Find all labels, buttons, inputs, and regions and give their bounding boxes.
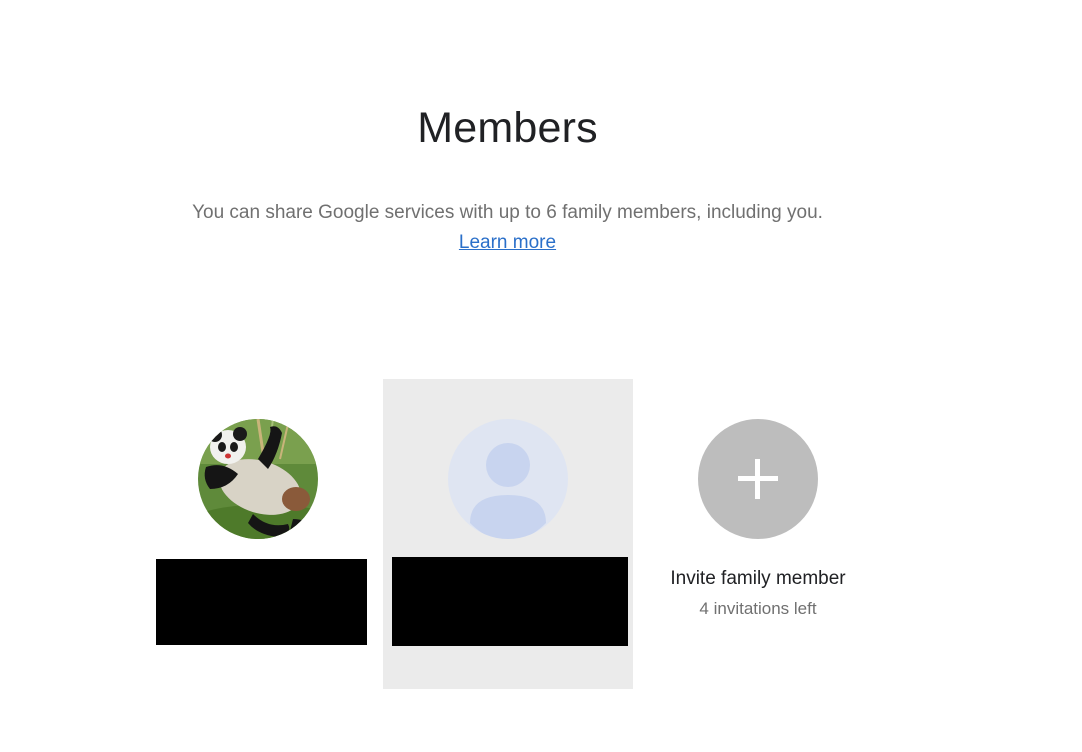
invite-family-member-card[interactable]: Invite family member 4 invitations left: [645, 379, 871, 689]
family-members-page: Members You can share Google services wi…: [0, 0, 1082, 752]
invite-circle-button[interactable]: [698, 419, 818, 539]
learn-more-link[interactable]: Learn more: [459, 232, 556, 253]
member-card-selected[interactable]: [383, 379, 633, 689]
invitations-left-text: 4 invitations left: [699, 599, 817, 618]
redacted-member-name: [156, 559, 367, 645]
plus-icon-vertical: [755, 459, 760, 499]
panda-photo-avatar: [198, 419, 318, 539]
learn-more-container: Learn more: [0, 232, 1015, 254]
page-title: Members: [417, 104, 598, 152]
invite-family-member-label[interactable]: Invite family member: [645, 568, 871, 590]
members-description: You can share Google services with up to…: [192, 202, 823, 223]
member-card[interactable]: [145, 379, 375, 689]
redacted-member-name: [392, 557, 628, 646]
default-person-avatar: [448, 419, 568, 539]
